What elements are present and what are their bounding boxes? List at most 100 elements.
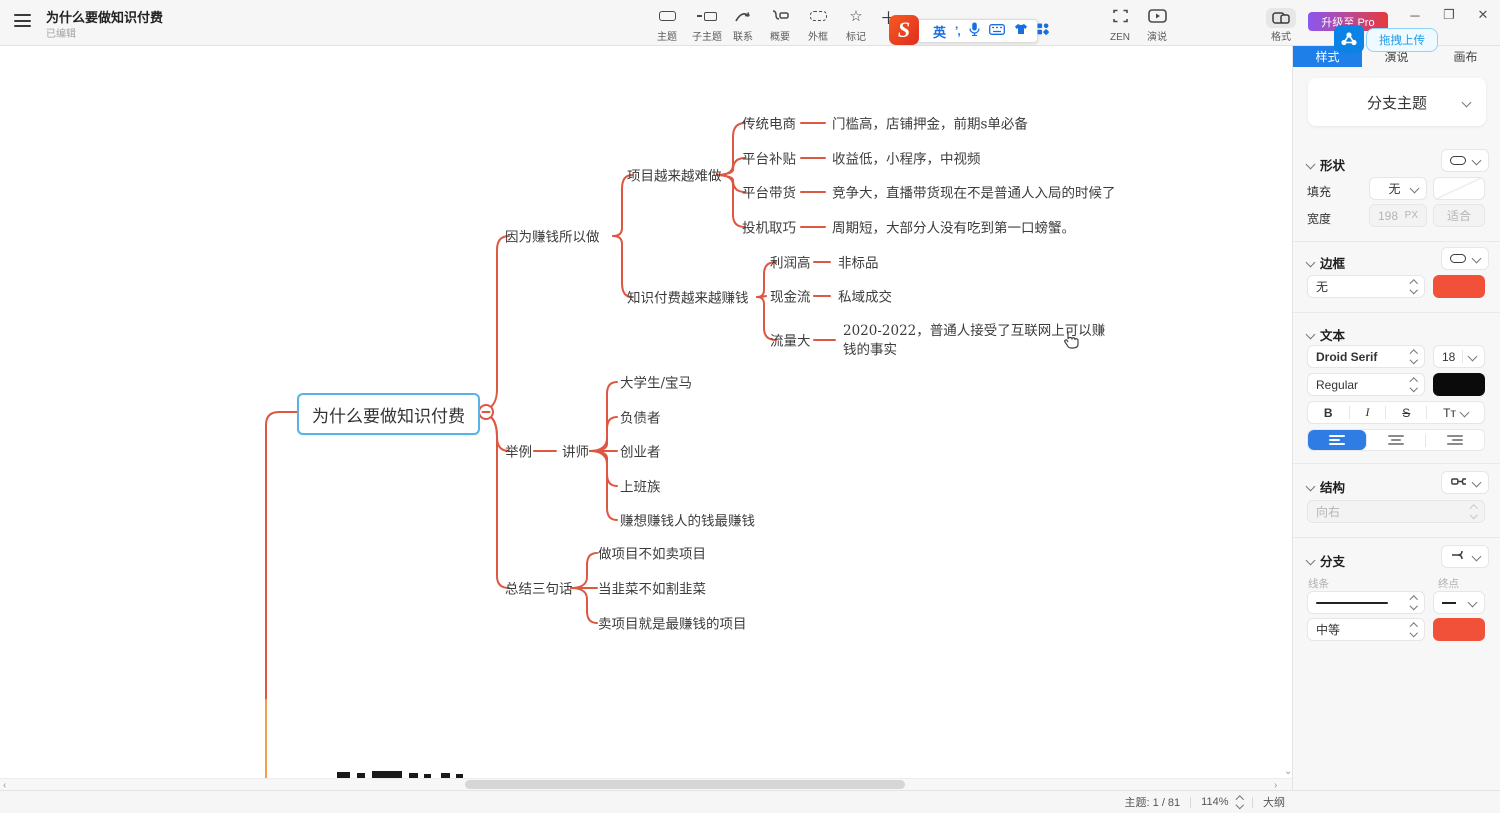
node-b1a1[interactable]: 传统电商 bbox=[742, 113, 796, 133]
align-right-button[interactable] bbox=[1426, 430, 1484, 450]
zoom-level[interactable]: 114% bbox=[1201, 796, 1228, 808]
fit-button[interactable]: 适合 bbox=[1433, 204, 1485, 227]
node-b2a3[interactable]: 创业者 bbox=[620, 441, 661, 461]
width-label: 宽度 bbox=[1307, 210, 1331, 227]
cloud-upload-icon[interactable] bbox=[1334, 25, 1364, 53]
node-b3a[interactable]: 做项目不如卖项目 bbox=[598, 543, 706, 563]
divider bbox=[1293, 463, 1500, 464]
node-b2a5[interactable]: 赚想赚钱人的钱最赚钱 bbox=[620, 510, 755, 530]
node-b1a3-detail[interactable]: 竞争大，直播带货现在不是普通人入局的时候了 bbox=[832, 182, 1116, 202]
collapse-chevron-icon bbox=[1306, 556, 1316, 566]
skin-tshirt-icon[interactable] bbox=[1014, 22, 1028, 40]
shape-style-dropdown[interactable] bbox=[1441, 149, 1489, 172]
keyboard-icon[interactable] bbox=[989, 22, 1005, 40]
zen-icon bbox=[1113, 8, 1128, 24]
node-b1a2[interactable]: 平台补贴 bbox=[742, 148, 796, 168]
collapse-chevron-icon bbox=[1306, 330, 1316, 340]
align-left-icon bbox=[1329, 435, 1345, 444]
fill-label: 填充 bbox=[1307, 183, 1331, 200]
node-b1b[interactable]: 知识付费越来越赚钱 bbox=[627, 287, 749, 307]
topic-type-selector[interactable]: 分支主题 bbox=[1308, 78, 1486, 126]
node-b2a4[interactable]: 上班族 bbox=[620, 476, 661, 496]
node-b1a1-detail[interactable]: 门槛高，店铺押金，前期s单必备 bbox=[832, 113, 1028, 133]
fill-color-swatch[interactable] bbox=[1433, 177, 1485, 200]
ime-toolbar[interactable]: S 英 ’, bbox=[900, 19, 1038, 43]
branch-color-swatch[interactable] bbox=[1433, 618, 1485, 641]
bold-button[interactable]: B bbox=[1324, 406, 1333, 420]
node-b1a2-detail[interactable]: 收益低，小程序，中视频 bbox=[832, 148, 981, 168]
endpoint-label: 终点 bbox=[1438, 576, 1459, 591]
node-b1[interactable]: 因为赚钱所以做 bbox=[505, 226, 600, 246]
border-width-stepper[interactable]: 无 bbox=[1307, 275, 1425, 298]
node-b3b[interactable]: 当韭菜不如割韭菜 bbox=[598, 578, 706, 598]
node-b1b1-detail[interactable]: 非标品 bbox=[838, 252, 879, 272]
node-b1b3[interactable]: 流量大 bbox=[770, 330, 811, 350]
branch-shape-dropdown[interactable] bbox=[1441, 545, 1489, 568]
direction-stepper[interactable]: 向右 bbox=[1307, 500, 1485, 523]
fill-dropdown[interactable]: 无 bbox=[1369, 177, 1427, 200]
tab-canvas[interactable]: 画布 bbox=[1431, 45, 1500, 67]
node-b2a[interactable]: 讲师 bbox=[562, 441, 589, 461]
align-right-icon bbox=[1447, 435, 1463, 444]
sogou-logo-icon[interactable]: S bbox=[889, 15, 919, 45]
node-b1a4[interactable]: 投机取巧 bbox=[742, 217, 796, 237]
border-style-dropdown[interactable] bbox=[1441, 247, 1489, 270]
border-section-title[interactable]: 边框 bbox=[1307, 253, 1345, 272]
node-b1b2[interactable]: 现金流 bbox=[770, 286, 811, 306]
chevron-down-icon bbox=[1471, 552, 1481, 562]
zoom-stepper-icon[interactable] bbox=[1237, 797, 1243, 808]
structure-type-dropdown[interactable] bbox=[1441, 471, 1489, 494]
microphone-icon[interactable] bbox=[969, 22, 980, 41]
text-style-bar: B I S Tᴛ bbox=[1307, 401, 1485, 424]
branch-section-title[interactable]: 分支 bbox=[1307, 551, 1345, 570]
presentation-button[interactable]: 演说 bbox=[1135, 5, 1179, 43]
strikethrough-button[interactable]: S bbox=[1402, 406, 1410, 420]
align-center-button[interactable] bbox=[1367, 430, 1425, 450]
format-icon bbox=[1266, 8, 1296, 28]
text-section-title[interactable]: 文本 bbox=[1307, 325, 1345, 344]
topic-button[interactable]: 主题 bbox=[645, 5, 689, 43]
status-bar: 主题: 1 / 81 114% 大纲 bbox=[0, 790, 1500, 813]
node-b1b1[interactable]: 利润高 bbox=[770, 252, 811, 272]
text-case-button[interactable]: Tᴛ bbox=[1443, 406, 1468, 420]
divider bbox=[1293, 537, 1500, 538]
node-b3[interactable]: 总结三句话 bbox=[505, 578, 573, 598]
line-width-stepper[interactable]: 中等 bbox=[1307, 618, 1425, 641]
stepper-arrows-icon bbox=[1411, 624, 1417, 635]
node-b1b2-detail[interactable]: 私域成交 bbox=[838, 286, 892, 306]
ime-language-toggle[interactable]: 英 bbox=[933, 22, 946, 41]
outline-toggle[interactable]: 大纲 bbox=[1263, 794, 1285, 810]
node-b1a[interactable]: 项目越来越难做 bbox=[627, 165, 722, 185]
divider bbox=[1293, 241, 1500, 242]
collapse-chevron-icon bbox=[1306, 258, 1316, 268]
border-color-swatch[interactable] bbox=[1433, 275, 1485, 298]
stepper-arrows-icon bbox=[1411, 351, 1417, 362]
node-b3c[interactable]: 卖项目就是最赚钱的项目 bbox=[598, 613, 747, 633]
structure-section-title[interactable]: 结构 bbox=[1307, 477, 1345, 496]
hamburger-menu-icon[interactable] bbox=[14, 14, 31, 27]
node-b1a3[interactable]: 平台带货 bbox=[742, 182, 796, 202]
font-weight-stepper[interactable]: Regular bbox=[1307, 373, 1425, 396]
node-b2[interactable]: 举例 bbox=[505, 441, 532, 461]
central-topic-label: 为什么要做知识付费 bbox=[312, 402, 465, 427]
node-b2a2[interactable]: 负债者 bbox=[620, 407, 661, 427]
ime-punctuation-toggle[interactable]: ’, bbox=[955, 24, 960, 38]
node-b1b3-detail[interactable]: 2020-2022，普通人接受了互联网上可以赚钱的事实 bbox=[843, 322, 1109, 360]
text-color-swatch[interactable] bbox=[1433, 373, 1485, 396]
italic-button[interactable]: I bbox=[1365, 405, 1369, 420]
font-family-stepper[interactable]: Droid Serif bbox=[1307, 345, 1425, 368]
width-input[interactable]: 198PX bbox=[1369, 204, 1427, 227]
central-topic[interactable]: 为什么要做知识付费 bbox=[297, 393, 480, 435]
horizontal-scrollbar-thumb[interactable] bbox=[465, 780, 905, 789]
divider bbox=[1293, 312, 1500, 313]
endpoint-dropdown[interactable] bbox=[1433, 591, 1485, 614]
line-style-stepper[interactable] bbox=[1307, 591, 1425, 614]
align-left-button[interactable] bbox=[1308, 430, 1366, 450]
shape-section-title[interactable]: 形状 bbox=[1307, 155, 1345, 174]
node-b2a1[interactable]: 大学生/宝马 bbox=[620, 372, 692, 392]
node-b1a4-detail[interactable]: 周期短，大部分人没有吃到第一口螃蟹。 bbox=[832, 217, 1075, 237]
toolbox-grid-icon[interactable] bbox=[1037, 22, 1049, 40]
format-button[interactable]: 格式 bbox=[1259, 5, 1303, 43]
font-size-dropdown[interactable]: 18 bbox=[1433, 345, 1485, 368]
close-button[interactable]: ✕ bbox=[1466, 0, 1500, 30]
